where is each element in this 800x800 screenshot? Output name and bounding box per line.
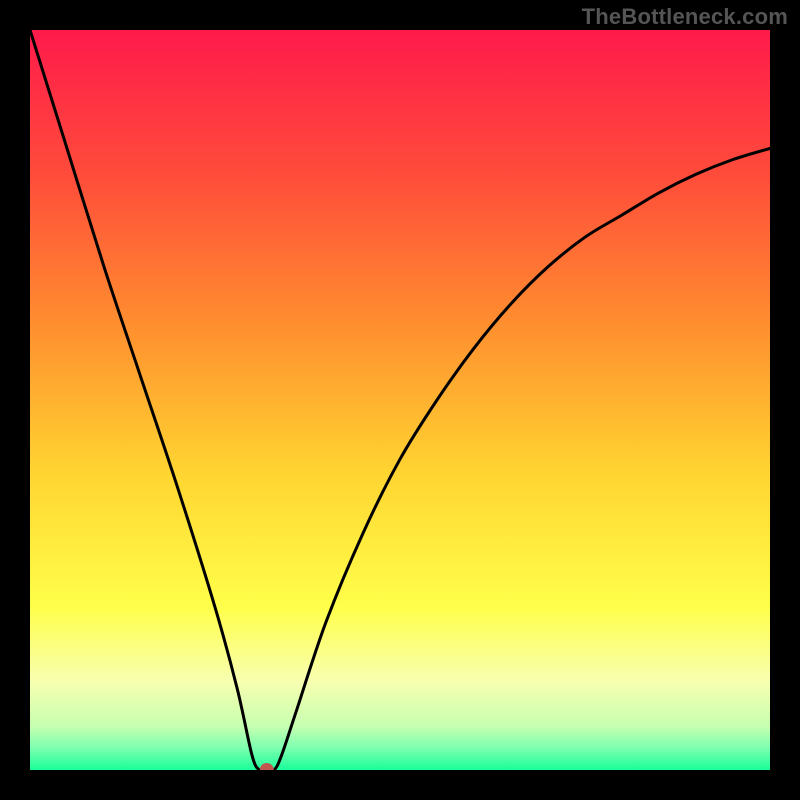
- watermark-text: TheBottleneck.com: [582, 4, 788, 30]
- chart-svg: [30, 30, 770, 770]
- chart-container: TheBottleneck.com: [0, 0, 800, 800]
- plot-area: [30, 30, 770, 770]
- gradient-background: [30, 30, 770, 770]
